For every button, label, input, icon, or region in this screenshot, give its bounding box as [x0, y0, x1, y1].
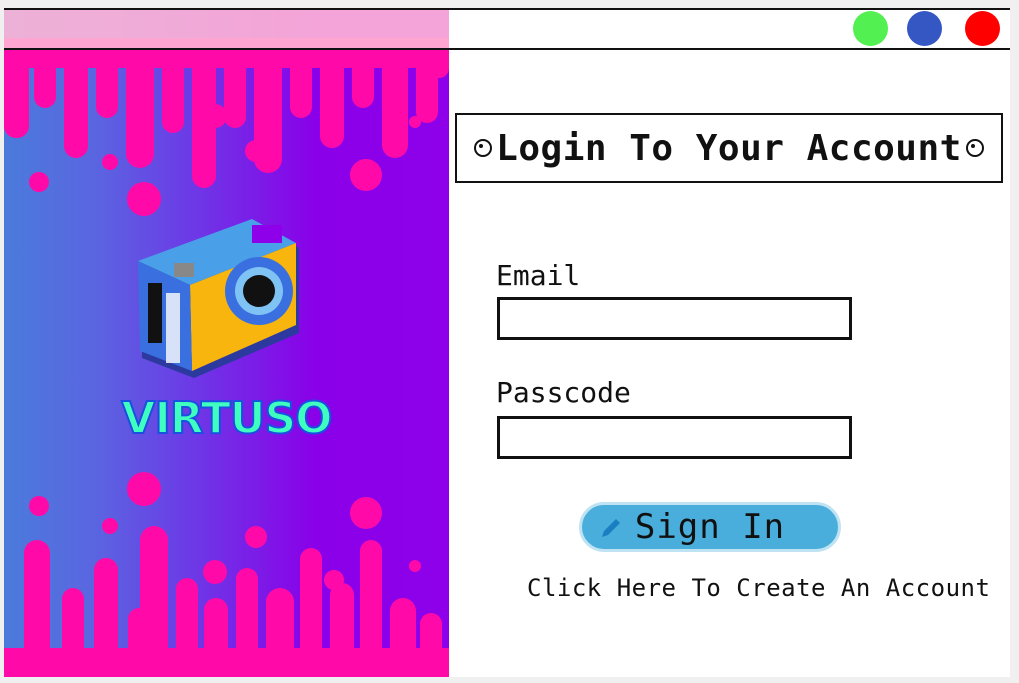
email-label: Email [496, 259, 581, 292]
login-heading: Login To Your Account [496, 127, 962, 169]
passcode-field[interactable] [497, 416, 852, 459]
camera-icon [138, 219, 299, 378]
close-button[interactable] [965, 11, 1000, 46]
top-border [4, 8, 1010, 10]
email-field[interactable] [497, 297, 852, 340]
flower-icon [965, 139, 984, 157]
sign-in-label: Sign In [634, 507, 786, 547]
maximize-button[interactable] [853, 11, 888, 46]
sign-in-button[interactable]: Sign In [579, 502, 841, 552]
pencil-icon [602, 519, 620, 537]
title-band [4, 8, 449, 48]
passcode-label: Passcode [496, 376, 631, 409]
flower-icon [474, 139, 493, 157]
login-heading-box: Login To Your Account [455, 113, 1003, 183]
minimize-button[interactable] [907, 11, 942, 46]
brand-logo-text: VIRTUSO [120, 392, 333, 445]
brand-panel: VIRTUSO [4, 8, 449, 677]
create-account-link[interactable]: Click Here To Create An Account [527, 574, 990, 602]
titlebar-divider [4, 48, 1010, 50]
app-window: VIRTUSO Login To Your Account Email Pass… [4, 8, 1010, 677]
